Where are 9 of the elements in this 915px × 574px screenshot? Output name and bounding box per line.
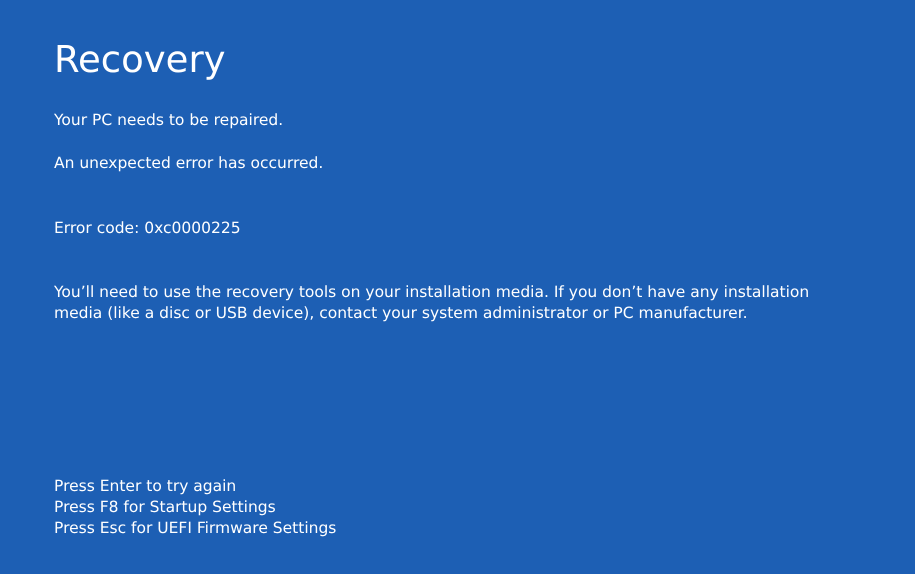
error-code: Error code: 0xc0000225: [54, 218, 241, 239]
screen-title: Recovery: [54, 38, 226, 82]
key-option: Press F8 for Startup Settings: [54, 497, 336, 518]
instruction-text: You’ll need to use the recovery tools on your installation media. If you don’t have any installation: [54, 282, 810, 303]
key-option: Press Enter to try again: [54, 476, 336, 497]
status-message: An unexpected error has occurred.: [54, 153, 324, 174]
key-option: Press Esc for UEFI Firmware Settings: [54, 518, 336, 539]
instruction-text: media (like a disc or USB device), contact your system administrator or PC manufacturer.: [54, 303, 749, 324]
status-message: Your PC needs to be repaired.: [54, 110, 284, 131]
